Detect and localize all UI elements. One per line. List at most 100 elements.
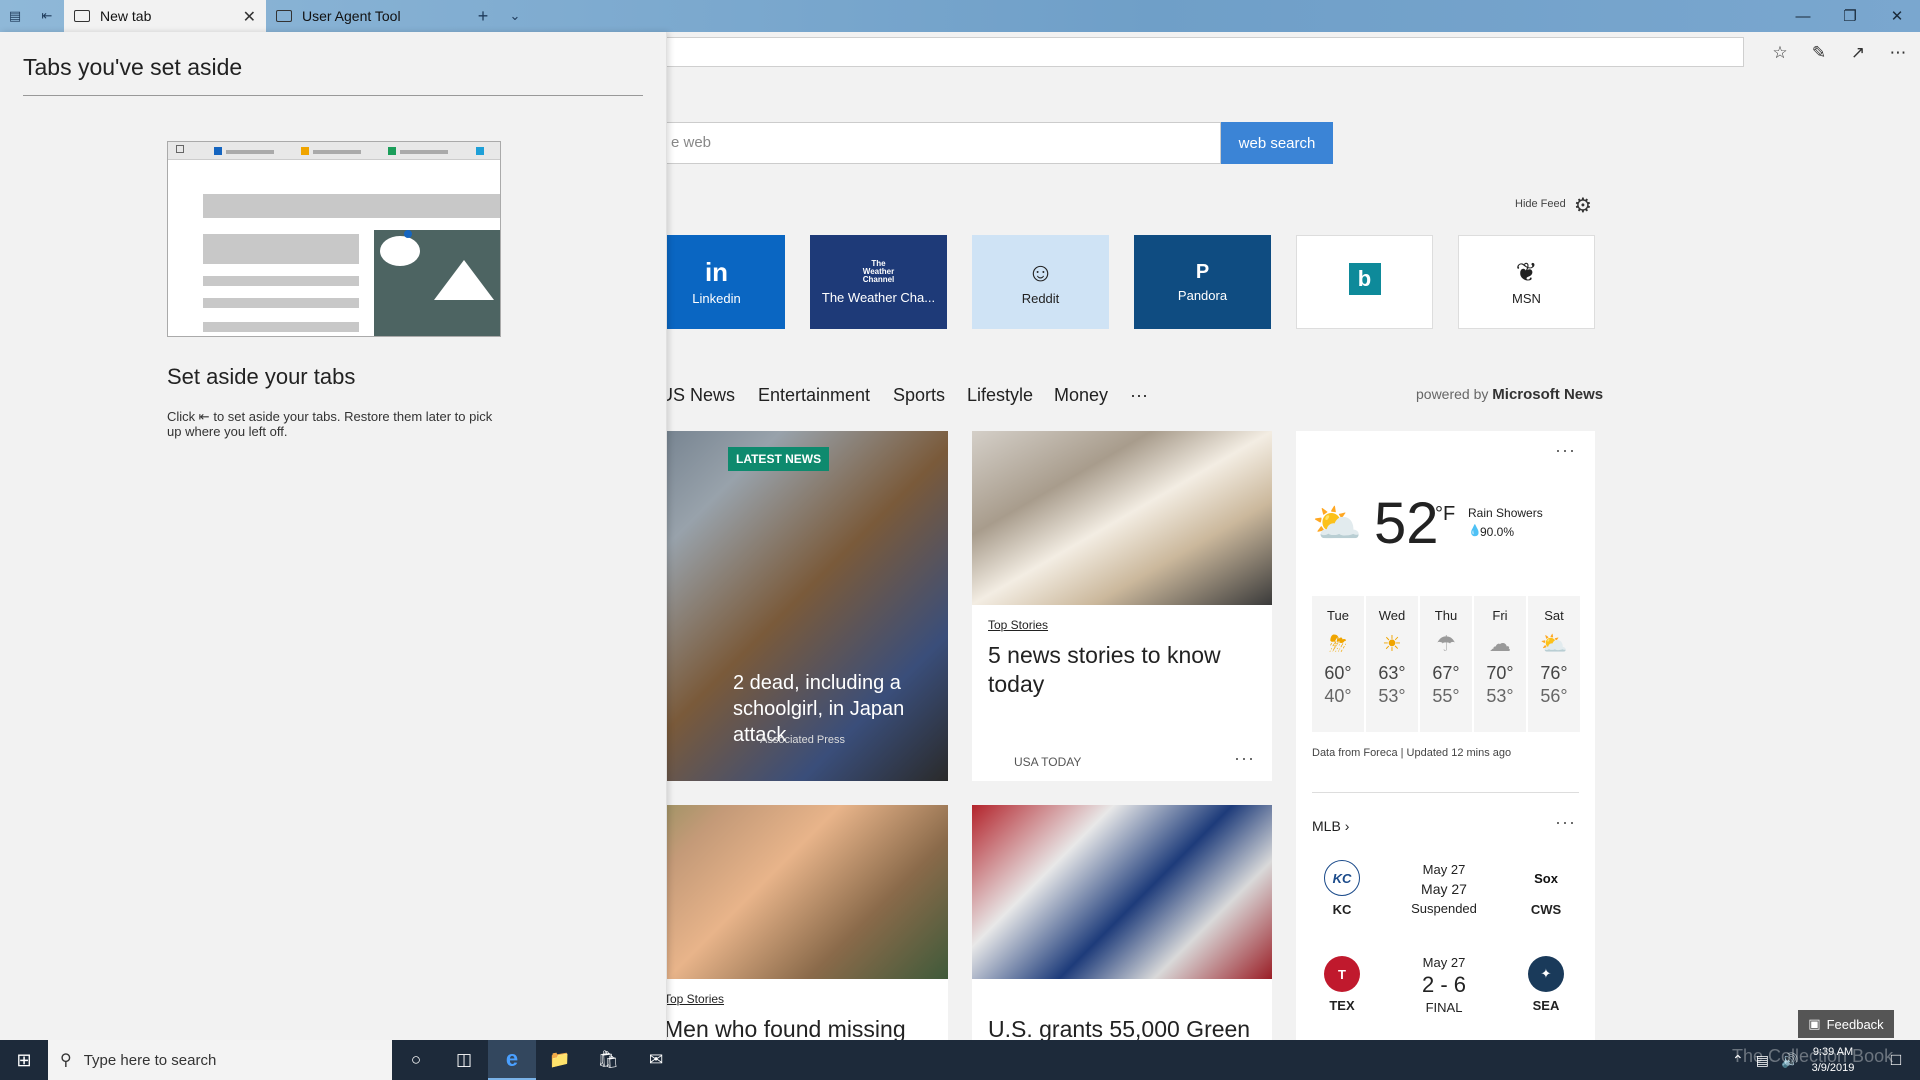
address-input[interactable] xyxy=(560,37,1744,67)
microsoft-news-brand: Microsoft News xyxy=(1492,386,1604,403)
share-icon[interactable]: ↗ xyxy=(1846,41,1870,65)
card-tag[interactable]: Top Stories xyxy=(988,618,1048,632)
set-aside-tabs-icon[interactable]: ⇤ xyxy=(36,6,58,26)
reddit-alien-icon: ☺ xyxy=(1027,256,1054,287)
new-tab-icon[interactable]: + xyxy=(472,6,494,26)
site-tile-weather[interactable]: The Weather Channel The Weather Cha... xyxy=(810,235,947,329)
illustration-tabstrip xyxy=(168,142,500,160)
weather-unit: °F xyxy=(1435,503,1456,525)
team-cws[interactable]: Sox CWS xyxy=(1516,860,1576,917)
favorites-icon[interactable]: ☆ xyxy=(1768,41,1792,65)
game-status[interactable]: May 27 2 - 6 FINAL xyxy=(1389,955,1499,1015)
store-icon[interactable]: 🛍 xyxy=(584,1040,632,1080)
file-explorer-icon[interactable]: 📁 xyxy=(536,1040,584,1080)
category-money[interactable]: Money xyxy=(1054,385,1108,406)
card-tag[interactable]: Top Stories xyxy=(664,992,724,1006)
site-tile-pandora[interactable]: P Pandora xyxy=(1134,235,1271,329)
news-image xyxy=(972,431,1272,605)
card-headline[interactable]: 5 news stories to know today xyxy=(988,641,1238,699)
landscape-image-icon xyxy=(374,230,500,336)
news-card-green[interactable] xyxy=(972,805,1272,1040)
card-more-icon[interactable]: ··· xyxy=(1234,748,1255,769)
category-more[interactable]: ··· xyxy=(1130,385,1148,406)
bing-icon: b xyxy=(1348,263,1381,295)
rain-icon: ☂ xyxy=(1436,631,1456,656)
site-tile-msn[interactable]: ❦ MSN xyxy=(1458,235,1595,329)
rangers-logo-icon: T xyxy=(1324,956,1360,992)
title-bar: ▤ ⇤ New tab ✕ User Agent Tool + ⌄ — ❐ ✕ xyxy=(0,0,1920,32)
more-icon[interactable]: ⋯ xyxy=(1886,41,1910,65)
task-view-icon[interactable]: ◫ xyxy=(440,1040,488,1080)
category-sports[interactable]: Sports xyxy=(893,385,945,406)
gear-icon[interactable]: ⚙ xyxy=(1574,193,1592,218)
mail-icon[interactable]: ✉ xyxy=(632,1040,680,1080)
weather-condition: Rain Showers xyxy=(1468,506,1543,520)
forecast-day: Wed ☀ 63° 53° xyxy=(1366,596,1418,732)
msn-butterfly-icon: ❦ xyxy=(1515,256,1538,287)
windows-start-icon[interactable]: ⊞ xyxy=(0,1040,48,1080)
set-aside-tabs-icon: ⇤ xyxy=(198,409,210,424)
web-search-button[interactable]: web search xyxy=(1221,122,1333,164)
sunny-icon: ☀ xyxy=(1382,631,1402,656)
linkedin-icon: in xyxy=(704,256,729,287)
mlb-more-icon[interactable]: ··· xyxy=(1555,812,1576,833)
team-kc[interactable]: KC KC xyxy=(1312,860,1372,917)
close-window-button[interactable]: ✕ xyxy=(1874,0,1920,32)
taskbar-search-placeholder: Type here to search xyxy=(83,1051,217,1069)
raindrop-icon: 💧 xyxy=(1468,525,1482,537)
powered-by: powered by Microsoft News xyxy=(1416,386,1604,403)
cloudy-icon: ☁ xyxy=(1489,631,1511,656)
weather-more-icon[interactable]: ··· xyxy=(1555,440,1576,461)
tabs-set-aside-panel: Tabs you've set aside Set aside your tab… xyxy=(0,32,667,1040)
news-image xyxy=(972,805,1272,979)
card-source: USA TODAY xyxy=(1014,755,1082,769)
forecast-day: Tue ⛈ 60° 40° xyxy=(1312,596,1364,732)
tabs-aside-icon[interactable]: ▤ xyxy=(4,6,26,26)
panel-title: Tabs you've set aside xyxy=(23,54,243,80)
set-aside-description: Click ⇤ to set aside your tabs. Restore … xyxy=(167,409,493,439)
search-placeholder: e web xyxy=(671,134,712,151)
edge-icon[interactable]: e xyxy=(488,1040,536,1080)
white-sox-logo-icon: Sox xyxy=(1528,860,1564,896)
restore-button[interactable]: ❐ xyxy=(1827,0,1873,32)
site-tile-reddit[interactable]: ☺ Reddit xyxy=(972,235,1109,329)
site-label: The Weather Cha... xyxy=(821,289,936,305)
game-status[interactable]: May 27 May 27 Suspended xyxy=(1389,862,1499,916)
hero-source: Associated Press xyxy=(760,734,845,746)
latest-news-badge: LATEST NEWS xyxy=(728,447,830,471)
taskbar-search-box[interactable]: ⚲ Type here to search xyxy=(48,1040,392,1080)
mlb-link[interactable]: MLB › xyxy=(1312,818,1349,834)
category-lifestyle[interactable]: Lifestyle xyxy=(967,385,1033,406)
category-us-news[interactable]: US News xyxy=(660,385,735,406)
site-tile-bing[interactable]: b xyxy=(1296,235,1433,329)
royals-logo-icon: KC xyxy=(1324,860,1360,896)
tab-title: User Agent Tool xyxy=(302,8,401,24)
site-label: Pandora xyxy=(1177,287,1228,303)
tab-page-icon xyxy=(74,10,90,22)
pandora-icon: P xyxy=(1195,260,1210,283)
team-sea[interactable]: ✦ SEA xyxy=(1516,956,1576,1013)
tab-new-tab[interactable]: New tab ✕ xyxy=(64,0,266,32)
cortana-icon[interactable]: ○ xyxy=(392,1040,440,1080)
news-card-stories[interactable] xyxy=(972,431,1272,781)
weather-channel-logo: The Weather Channel xyxy=(862,258,895,284)
weather-divider xyxy=(1312,792,1579,793)
weather-precip: 90.0% xyxy=(1480,525,1515,539)
team-tex[interactable]: T TEX xyxy=(1312,956,1372,1013)
weather-temperature: 52 xyxy=(1374,491,1439,556)
site-tile-linkedin[interactable]: in Linkedin xyxy=(648,235,785,329)
tab-title: New tab xyxy=(100,8,152,24)
forecast-day: Thu ☂ 67° 55° xyxy=(1420,596,1472,732)
close-tab-icon[interactable]: ✕ xyxy=(243,7,256,27)
feedback-button[interactable]: ▣ Feedback xyxy=(1798,1010,1894,1038)
tab-user-agent-tool[interactable]: User Agent Tool xyxy=(266,0,466,32)
weather-rain-icon: ⛅ xyxy=(1312,502,1362,546)
hide-feed-link[interactable]: Hide Feed xyxy=(1515,198,1566,210)
tab-preview-chevron-icon[interactable]: ⌄ xyxy=(504,6,526,26)
pen-icon[interactable]: ✎ xyxy=(1807,41,1831,65)
minimize-button[interactable]: — xyxy=(1780,0,1826,32)
weather-source: Data from Foreca | Updated 12 mins ago xyxy=(1312,747,1512,759)
category-entertainment[interactable]: Entertainment xyxy=(758,385,870,406)
set-aside-heading: Set aside your tabs xyxy=(167,364,356,389)
feedback-icon: ▣ xyxy=(1808,1016,1821,1031)
